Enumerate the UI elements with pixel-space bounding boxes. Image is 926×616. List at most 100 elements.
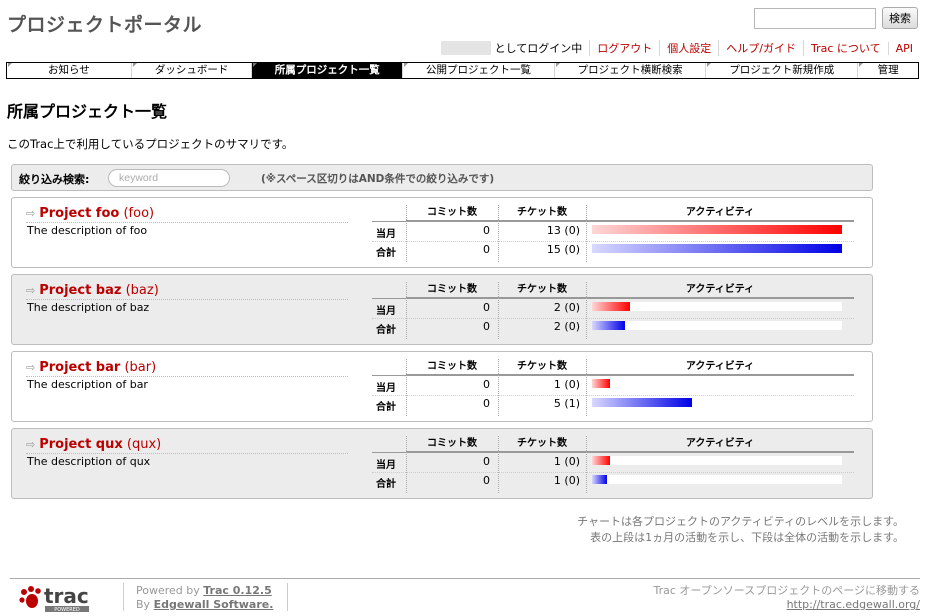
activity-bar-month bbox=[592, 302, 842, 311]
row-divider bbox=[372, 395, 854, 396]
nav-tab[interactable]: プロジェクト横断検索 bbox=[553, 63, 706, 78]
trac-logo[interactable]: trac POWERED bbox=[18, 584, 113, 613]
by-prefix: By bbox=[136, 598, 151, 611]
commits-header: コミット数 bbox=[406, 359, 498, 375]
nav-tab-label: プロジェクト横断検索 bbox=[577, 64, 683, 76]
ticket-count: 2 (0) bbox=[553, 320, 580, 333]
ticket-count: 15 (0) bbox=[546, 243, 580, 256]
nav-tab-label: 公開プロジェクト一覧 bbox=[425, 64, 531, 76]
project-name-link[interactable]: Project qux bbox=[39, 437, 123, 452]
activity-header: アクティビティ bbox=[586, 436, 854, 452]
main-nav: お知らせ ダッシュボード 所属プロジェクト一覧 公開プロジェクト一覧 プロジェクト横断検… bbox=[6, 62, 919, 79]
project-heading: ⇨ Project qux (qux) bbox=[26, 437, 161, 452]
activity-bar-fill bbox=[592, 379, 610, 388]
tickets-header: チケット数 bbox=[498, 359, 586, 375]
ticket-count: 1 (0) bbox=[553, 378, 580, 391]
commit-count: 0 bbox=[483, 243, 490, 256]
project-id: (bar) bbox=[124, 360, 157, 375]
filter-label: 絞り込み検索: bbox=[19, 173, 90, 186]
project-rule bbox=[26, 222, 348, 223]
nav-tab-label: お知らせ bbox=[47, 64, 90, 76]
preferences-link[interactable]: 個人設定 bbox=[659, 40, 718, 56]
api-link[interactable]: API bbox=[887, 41, 920, 55]
activity-bar-fill bbox=[592, 456, 610, 465]
help-link[interactable]: ヘルプ/ガイド bbox=[718, 40, 803, 56]
row-label-total: 合計 bbox=[376, 248, 396, 259]
commits-header: コミット数 bbox=[406, 205, 498, 221]
project-description: The description of foo bbox=[27, 224, 148, 237]
nav-tab-label: プロジェクト新規作成 bbox=[729, 64, 835, 76]
project-panel: ⇨ Project qux (qux) The description of qux… bbox=[11, 428, 873, 499]
nav-tab[interactable]: 所属プロジェクト一覧 bbox=[251, 63, 403, 78]
logout-link[interactable]: ログアウト bbox=[589, 40, 659, 56]
footer-divider-2 bbox=[287, 583, 288, 611]
row-label-month: 当月 bbox=[376, 460, 396, 471]
activity-bar-total bbox=[592, 244, 842, 253]
project-panel: ⇨ Project baz (baz) The description of baz… bbox=[11, 274, 873, 345]
tab-corner-icon bbox=[404, 63, 409, 67]
project-rule bbox=[26, 376, 348, 377]
banner: プロジェクトポータル 検索 としてログイン中 ログアウト 個人設定 ヘルプ/ガイ… bbox=[0, 0, 926, 60]
trac-version-link[interactable]: Trac 0.12.5 bbox=[203, 584, 271, 597]
nav-tab-label: 所属プロジェクト一覧 bbox=[274, 64, 380, 76]
tab-corner-icon bbox=[8, 63, 12, 67]
row-label-total: 合計 bbox=[376, 479, 396, 490]
header-rule bbox=[372, 298, 854, 299]
row-divider bbox=[372, 472, 854, 473]
commit-count: 0 bbox=[483, 474, 490, 487]
trac-logo-sub: POWERED bbox=[54, 607, 80, 613]
activity-bar-month bbox=[592, 225, 842, 234]
ticket-count: 5 (1) bbox=[553, 397, 580, 410]
commits-header: コミット数 bbox=[406, 282, 498, 298]
project-description: The description of bar bbox=[27, 378, 148, 391]
activity-bar-fill bbox=[592, 225, 842, 234]
arrow-right-icon: ⇨ bbox=[26, 284, 36, 297]
activity-header: アクティビティ bbox=[586, 282, 854, 298]
nav-tab[interactable]: ダッシュボード bbox=[130, 63, 252, 78]
project-name-link[interactable]: Project bar bbox=[39, 360, 120, 375]
filter-keyword-input[interactable] bbox=[108, 169, 230, 187]
tab-corner-icon bbox=[859, 63, 864, 67]
activity-bar-fill bbox=[592, 475, 607, 484]
ticket-count: 13 (0) bbox=[546, 224, 580, 237]
arrow-right-icon: ⇨ bbox=[26, 438, 36, 451]
footer: trac POWERED Powered by Trac 0.12.5 By E… bbox=[10, 578, 920, 614]
ticket-count: 1 (0) bbox=[553, 455, 580, 468]
filter-panel: 絞り込み検索: (※スペース区切りはAND条件での絞り込みです) bbox=[11, 164, 873, 191]
about-link[interactable]: Trac について bbox=[803, 40, 888, 56]
username-redacted bbox=[440, 41, 491, 55]
search-input[interactable] bbox=[754, 8, 876, 29]
header-rule bbox=[372, 452, 854, 453]
project-id: (baz) bbox=[125, 283, 159, 298]
nav-tab[interactable]: 公開プロジェクト一覧 bbox=[402, 63, 554, 78]
commits-header: コミット数 bbox=[406, 436, 498, 452]
powered-by: Powered by Trac 0.12.5 By Edgewall Softw… bbox=[136, 584, 273, 612]
project-description: The description of qux bbox=[27, 455, 151, 468]
tab-corner-icon bbox=[555, 63, 560, 67]
trac-site-link[interactable]: http://trac.edgewall.org/ bbox=[654, 598, 920, 612]
search-button[interactable]: 検索 bbox=[882, 7, 918, 29]
page-title: 所属プロジェクト一覧 bbox=[7, 102, 168, 121]
activity-bar-month bbox=[592, 379, 842, 388]
footer-divider bbox=[123, 583, 124, 611]
filter-note: (※スペース区切りはAND条件での絞り込みです) bbox=[261, 173, 495, 185]
nav-tab[interactable]: プロジェクト新規作成 bbox=[705, 63, 857, 78]
project-description: The description of baz bbox=[27, 301, 150, 314]
project-id: (qux) bbox=[126, 437, 162, 452]
project-name-link[interactable]: Project baz bbox=[39, 283, 121, 298]
footer-right: Trac オープンソースプロジェクトのページに移動する http://trac.… bbox=[654, 584, 920, 612]
site-title[interactable]: プロジェクトポータル bbox=[7, 10, 202, 37]
column-divider bbox=[586, 205, 587, 262]
edgewall-link[interactable]: Edgewall Software. bbox=[154, 598, 274, 611]
project-panel: ⇨ Project foo (foo) The description of foo… bbox=[11, 197, 873, 268]
project-heading: ⇨ Project foo (foo) bbox=[26, 206, 154, 221]
project-name-link[interactable]: Project foo bbox=[39, 206, 119, 221]
commit-count: 0 bbox=[483, 320, 490, 333]
nav-tab[interactable]: お知らせ bbox=[7, 63, 131, 78]
row-label-total: 合計 bbox=[376, 325, 396, 336]
column-divider bbox=[586, 282, 587, 339]
activity-bar-total bbox=[592, 321, 842, 330]
tab-corner-icon bbox=[132, 63, 137, 67]
commit-count: 0 bbox=[483, 224, 490, 237]
nav-tab[interactable]: 管理 bbox=[857, 63, 918, 78]
